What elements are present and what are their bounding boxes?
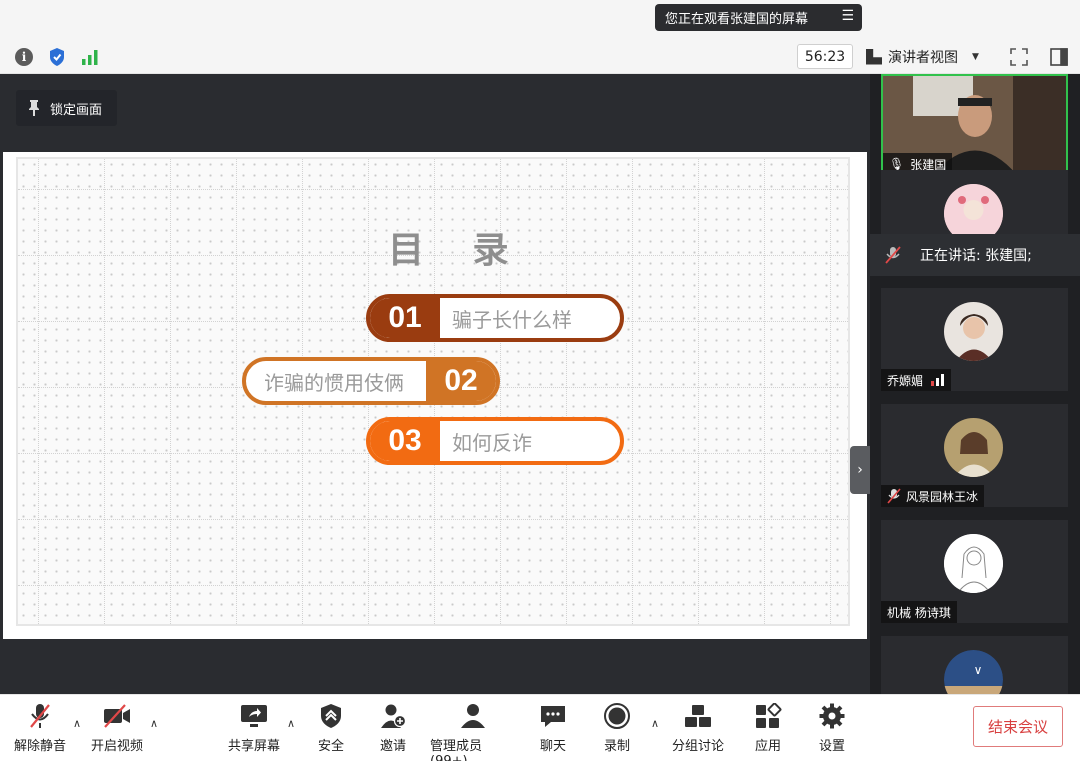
panel-collapse-handle[interactable]: › [850,446,870,494]
signal-icon [931,374,945,386]
chat-icon [541,706,565,727]
toc-item-number: 01 [370,298,440,338]
slide-content: 目 录 01 骗子长什么样 诈骗的惯用伎俩 02 03 如何反诈 [16,157,850,626]
toc-item-1: 01 骗子长什么样 [366,294,624,342]
record-options-caret[interactable]: ∧ [651,717,659,730]
participant-tile[interactable]: 🎙 张建国 [881,74,1068,177]
slide-canvas: 目 录 01 骗子长什么样 诈骗的惯用伎俩 02 03 如何反诈 [3,152,867,639]
mic-icon: 🎙 [889,157,905,171]
view-mode-dropdown[interactable]: 演讲者视图 ▼ [866,44,996,69]
scroll-down-button[interactable]: ∨ [958,658,998,682]
mic-muted-icon [887,488,901,504]
breakout-button[interactable]: 分组讨论 [672,703,724,754]
settings-button[interactable]: 设置 [817,703,847,754]
screen-share-banner[interactable]: 您正在观看张建国的屏幕 ☰ [655,4,862,31]
security-button[interactable]: 安全 [316,703,346,754]
toc-item-number: 03 [370,421,440,461]
meeting-window: 您正在观看张建国的屏幕 ☰ i 56:23 演讲者视图 ▼ 锁定画面 目 录 0… [0,0,1080,761]
toc-item-text: 如何反诈 [452,430,532,455]
bottom-toolbar: 解除静音 ∧ 开启视频 ∧ 共享屏幕 ∧ 安全 邀请 管理成员(99+) 聊天 [0,694,1080,761]
layout-icon [866,48,882,65]
participant-tile[interactable]: 风景园林王冰 [881,404,1068,507]
lock-screen-button[interactable]: 锁定画面 [16,90,117,126]
apps-button[interactable]: 应用 [753,703,783,754]
manage-members-button[interactable]: 管理成员(99+) [430,703,516,761]
signal-icon[interactable] [78,45,102,69]
video-options-caret[interactable]: ∧ [150,717,158,730]
camera-off-icon [104,704,130,728]
lock-screen-label: 锁定画面 [50,102,103,118]
avatar [944,302,1003,361]
share-screen-button[interactable]: 共享屏幕 [228,703,280,754]
avatar [944,418,1003,477]
gear-icon [819,703,845,729]
participant-name: 风景园林王冰 [881,485,985,507]
shared-screen-stage: 锁定画面 目 录 01 骗子长什么样 诈骗的惯用伎俩 02 03 如何反诈 › [0,74,870,694]
breakout-icon [685,705,711,727]
fullscreen-icon[interactable] [1008,46,1030,68]
top-strip: 您正在观看张建国的屏幕 ☰ [0,0,1080,40]
add-user-icon [381,704,407,728]
avatar [944,534,1003,593]
shield-icon [321,704,341,728]
participant-tile[interactable]: 机械 杨诗琪 [881,520,1068,623]
menu-icon[interactable]: ☰ [841,8,854,24]
record-icon [604,703,630,729]
share-options-caret[interactable]: ∧ [287,717,295,730]
members-icon [461,704,485,728]
apps-icon [756,703,782,728]
record-button[interactable]: 录制 [602,703,632,754]
participant-tile[interactable]: 乔嫄媚 [881,288,1068,391]
pin-icon [29,100,39,116]
toc-item-text: 诈骗的惯用伎俩 [264,370,404,395]
end-meeting-button[interactable]: 结束会议 [973,706,1063,747]
participants-panel: 🎙 张建国 正在讲话: 张建国; 乔嫄媚 风景园林王冰 机械 杨诗琪 ∨ [870,74,1080,709]
audio-options-caret[interactable]: ∧ [73,717,81,730]
chat-button[interactable]: 聊天 [538,703,568,754]
toc-item-3: 03 如何反诈 [366,417,624,465]
participant-name: 乔嫄媚 [881,369,952,391]
chevron-right-icon: › [857,462,863,478]
mic-muted-icon [30,704,50,728]
shield-icon[interactable] [45,45,69,69]
header-toolbar: i 56:23 演讲者视图 ▼ [0,40,1080,74]
slide-title: 目 录 [388,230,527,271]
view-mode-label: 演讲者视图 [888,49,958,66]
share-screen-icon [241,705,267,727]
unmute-button[interactable]: 解除静音 [14,703,66,754]
speaking-indicator: 正在讲话: 张建国; [870,234,1080,276]
info-icon[interactable]: i [12,45,36,69]
speaking-text: 正在讲话: 张建国; [920,248,1032,264]
banner-text: 您正在观看张建国的屏幕 [665,12,809,27]
invite-button[interactable]: 邀请 [378,703,408,754]
mic-muted-icon [884,245,902,269]
chevron-down-icon: ▼ [972,51,979,62]
meeting-timer: 56:23 [797,44,853,69]
toc-item-text: 骗子长什么样 [452,307,572,332]
chevron-down-icon: ∨ [973,663,983,677]
start-video-button[interactable]: 开启视频 [91,703,143,754]
toc-item-2: 诈骗的惯用伎俩 02 [242,357,500,405]
toc-item-number: 02 [426,361,496,401]
sidebar-toggle-icon[interactable] [1048,46,1070,68]
participant-name: 机械 杨诗琪 [881,601,957,623]
